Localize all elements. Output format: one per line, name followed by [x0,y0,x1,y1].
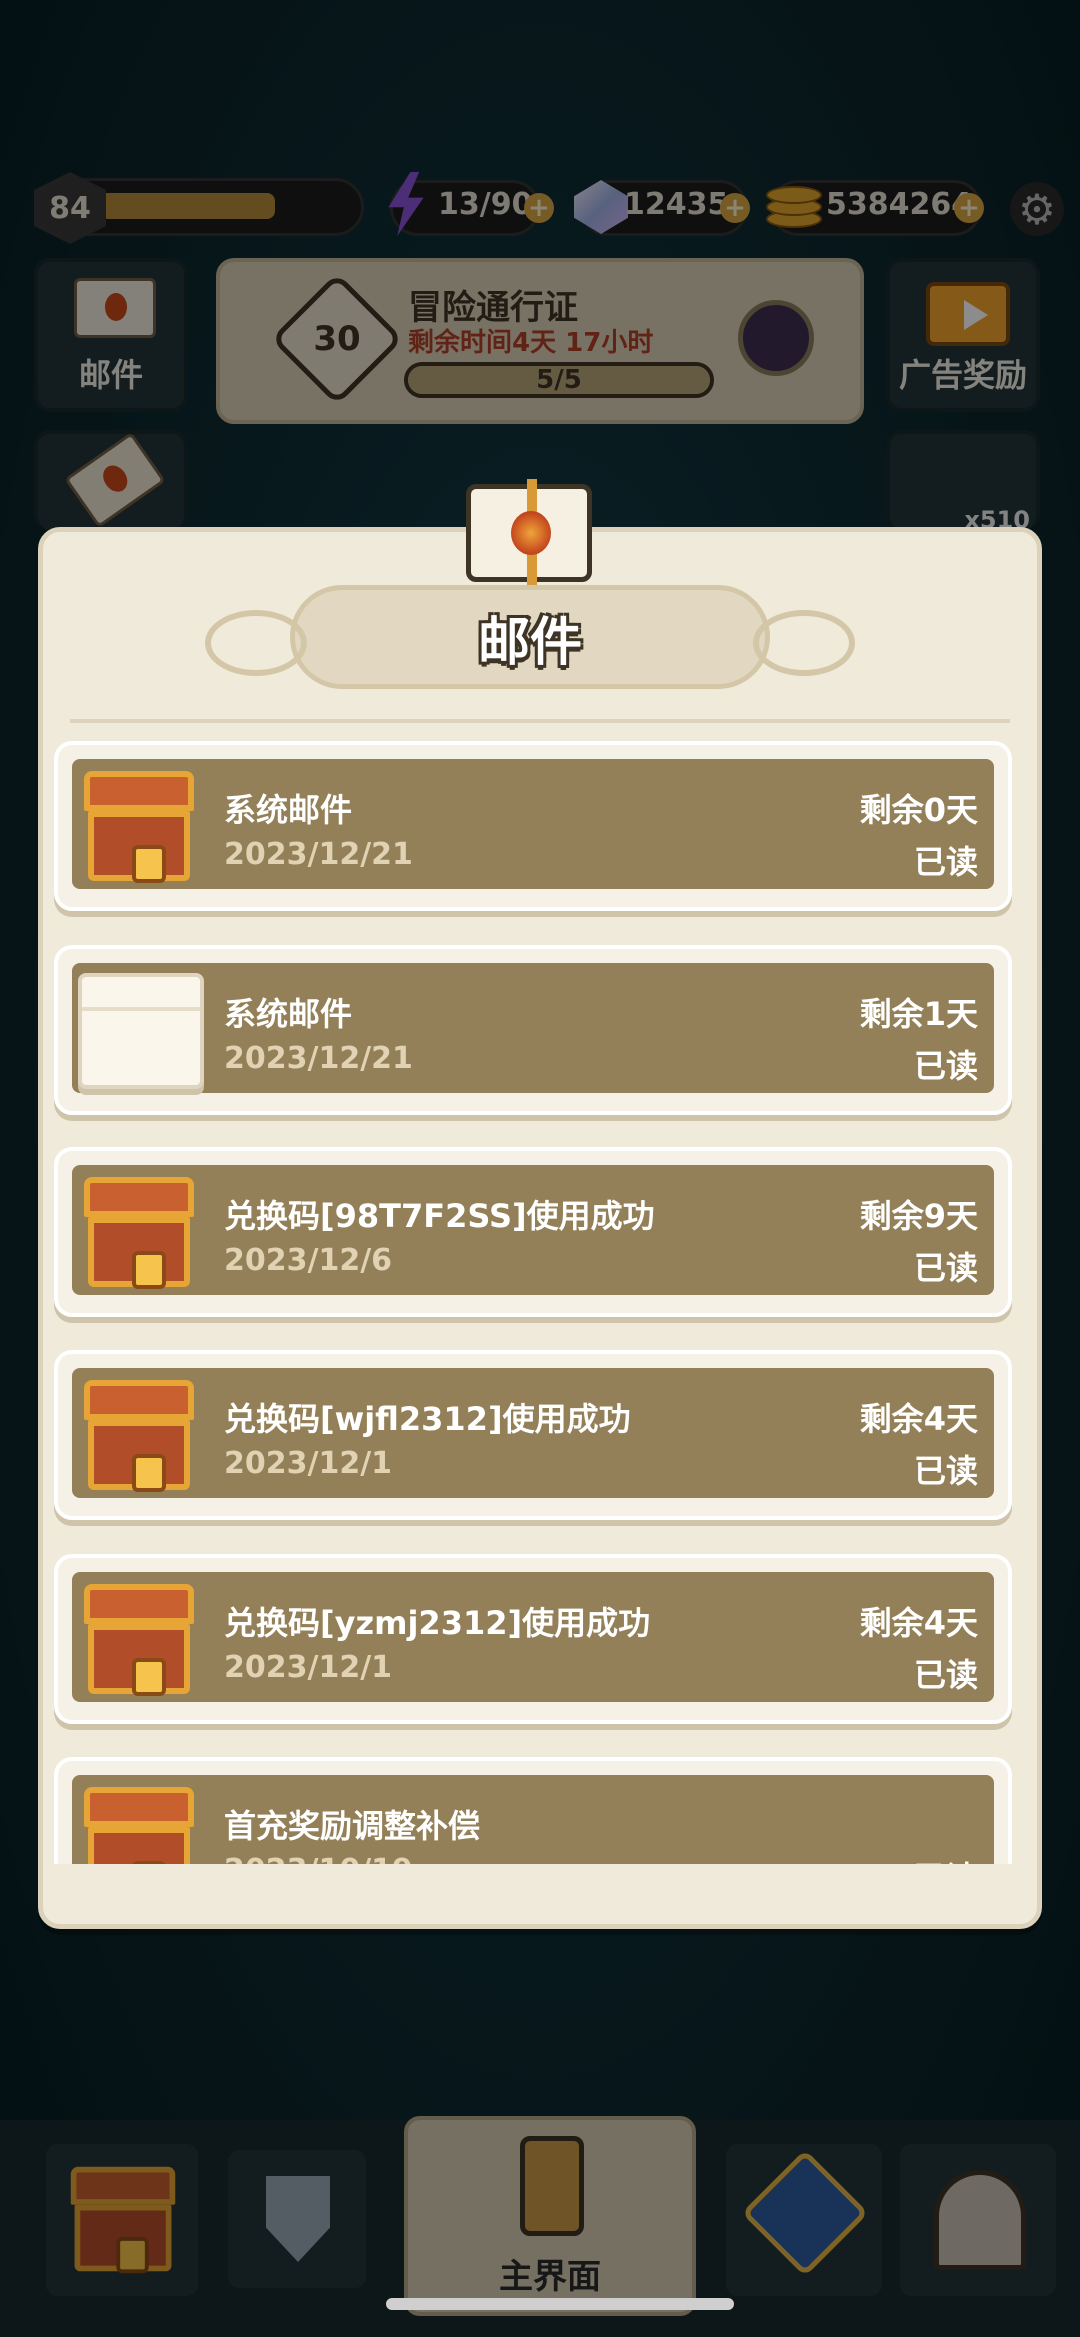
mail-remaining: 剩余4天 [859,1604,978,1642]
ad-reward-button[interactable]: 广告奖励 [886,258,1040,412]
mail-subject: 兑换码[yzmj2312]使用成功 [224,1604,651,1642]
chest-icon [84,1177,194,1289]
nav-home-label: 主界面 [499,2257,601,2297]
mail-item[interactable]: 系统邮件 2023/12/21 剩余0天 已读 [54,741,1012,911]
shop-chest-icon [70,2166,176,2274]
mail-remaining: 剩余9天 [859,1197,978,1235]
mail-subject: 首充奖励调整补偿 [224,1807,481,1845]
building-icon [934,2170,1026,2270]
mail-date: 2023/12/1 [224,1650,393,1685]
mail-remaining: 剩余0天 [859,791,978,829]
gold-value: 5384264 [826,187,973,222]
list-bottom-edge [54,1864,1012,1914]
shield-icon [266,2176,330,2262]
pass-level-number: 30 [313,319,361,359]
energy-plus-button[interactable]: + [524,193,554,223]
mail-subject: 兑换码[wjfl2312]使用成功 [224,1400,631,1438]
moon-reward-icon[interactable] [738,300,814,376]
card-pack-button[interactable]: x510 [886,430,1040,534]
chest-icon [84,1380,194,1492]
mail-subject: 兑换码[98T7F2SS]使用成功 [224,1197,655,1235]
tv-play-icon [926,282,1010,346]
pass-time-left: 剩余时间4天 17小时 [408,328,654,358]
mail-item[interactable]: 兑换码[wjfl2312]使用成功 2023/12/1 剩余4天 已读 [54,1350,1012,1520]
chest-icon [84,1584,194,1696]
mail-item[interactable]: 系统邮件 2023/12/21 剩余1天 已读 [54,945,1012,1115]
mail-subject: 系统邮件 [224,995,353,1033]
mail-side-label: 邮件 [78,356,143,394]
mail-remaining: 剩余1天 [859,995,978,1033]
scroll-side-button[interactable] [34,430,188,530]
energy-value: 13/90 [438,187,533,222]
letter-icon [78,973,204,1089]
mail-date: 2023/12/1 [224,1446,393,1481]
mail-subject: 系统邮件 [224,791,353,829]
gems-value: 12435 [624,187,729,222]
mail-read-status: 已读 [913,1656,978,1694]
mail-read-status: 已读 [913,843,978,881]
pass-progress-text: 5/5 [536,365,582,395]
modal-title: 邮件 [477,612,582,673]
mail-side-button[interactable]: 邮件 [34,258,188,412]
gems-plus-button[interactable]: + [720,193,750,223]
mail-item[interactable]: 首充奖励调整补偿 2023/10/19 已读 [54,1757,1012,1867]
mail-item[interactable]: 兑换码[98T7F2SS]使用成功 2023/12/6 剩余9天 已读 [54,1147,1012,1317]
mail-envelope-icon [466,479,592,585]
ad-reward-label: 广告奖励 [898,356,1027,394]
title-divider [70,719,1010,723]
mail-date: 2023/12/21 [224,837,413,872]
mail-date: 2023/12/21 [224,1041,413,1076]
nav-home-button[interactable]: 主界面 [404,2116,696,2316]
mail-read-status: 已读 [913,1249,978,1287]
home-indicator[interactable] [386,2298,734,2310]
envelope-icon [74,278,156,338]
map-icon [741,2149,869,2277]
mail-remaining: 剩余4天 [859,1400,978,1438]
mail-item[interactable]: 兑换码[yzmj2312]使用成功 2023/12/1 剩余4天 已读 [54,1554,1012,1724]
level-progress-fill [100,193,275,219]
chest-icon [84,771,194,883]
pass-progress-bar: 5/5 [404,362,714,398]
scroll-icon [64,431,166,529]
gold-coin-icon [766,180,822,230]
chest-icon [84,1787,194,1867]
mail-read-status: 已读 [913,1452,978,1490]
nav-shop-button[interactable] [42,2140,202,2300]
nav-guild-button[interactable] [896,2140,1060,2300]
gold-plus-button[interactable]: + [954,193,984,223]
nav-map-button[interactable] [722,2140,886,2300]
armor-icon [520,2136,584,2236]
settings-gear-icon[interactable]: ⚙ [1010,182,1064,236]
nav-equipment-button[interactable] [224,2146,370,2292]
mail-date: 2023/12/6 [224,1243,393,1278]
mail-list[interactable]: 系统邮件 2023/12/21 剩余0天 已读 系统邮件 2023/12/21 … [54,737,1012,1867]
mail-read-status: 已读 [913,1047,978,1085]
